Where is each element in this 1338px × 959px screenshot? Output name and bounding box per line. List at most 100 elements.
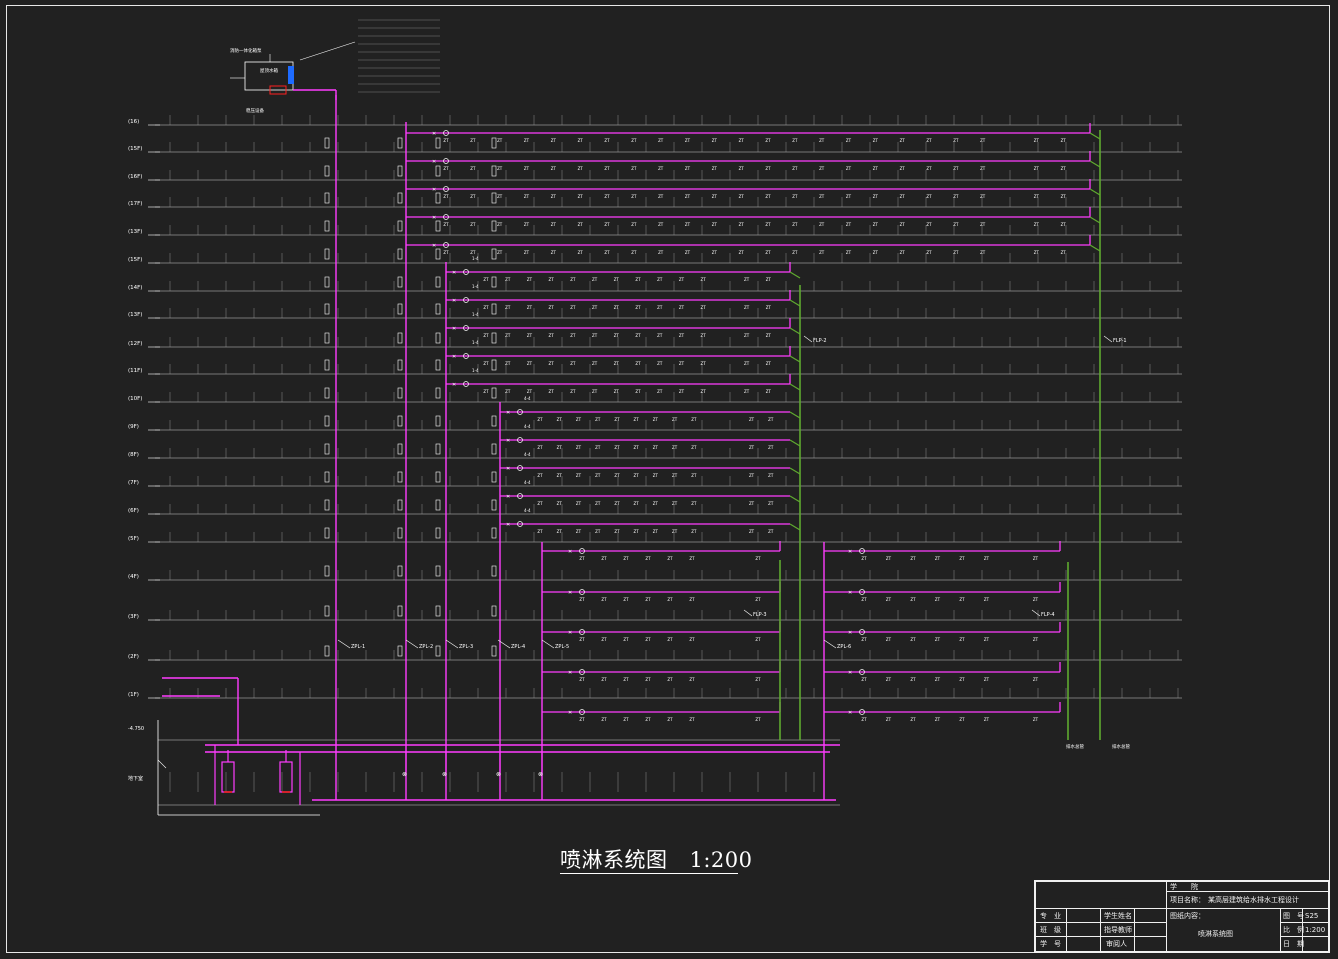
pipe-tag (491, 605, 497, 617)
sprinkler-head: ZT (667, 597, 673, 602)
leader (743, 609, 753, 617)
sprinkler-head: ZT (631, 166, 637, 171)
pipe-tag (397, 565, 403, 577)
sprinkler-head: ZT (576, 417, 582, 422)
sprinkler-head: ZT (578, 166, 584, 171)
sprinkler-head: ZT (667, 717, 673, 722)
drain-note: 排水总管 (1112, 743, 1130, 750)
sprinkler-head: ZT (470, 166, 476, 171)
sprinkler-head: ZT (701, 277, 707, 282)
sprinkler-head: ZT (653, 417, 659, 422)
sprinkler-head: ZT (873, 194, 879, 199)
sprinkler-head: ZT (685, 138, 691, 143)
sprinkler-head: ZT (861, 597, 867, 602)
tb-school-label: 学 院 (1170, 883, 1198, 891)
title-block: 学 院 项目名称： 某高层建筑给水排水工程设计 专 业 班 级 学 号 学生姓名… (1034, 880, 1330, 953)
sprinkler-head: ZT (570, 361, 576, 366)
sprinkler-head: ZT (749, 501, 755, 506)
drain-branch (1089, 160, 1101, 168)
sprinkler-head: ZT (765, 194, 771, 199)
sprinkler-head: ZT (744, 277, 750, 282)
drain-branch (1089, 244, 1101, 252)
sprinkler-head: ZT (604, 222, 610, 227)
roof-note: 屋顶水箱 (260, 67, 278, 74)
pipe-tag (324, 137, 330, 149)
sprinkler-head: ZT (635, 361, 641, 366)
zone-tag: 1-4 (472, 368, 479, 373)
sprinkler-head: ZT (657, 277, 663, 282)
floor-label: (16F) (128, 174, 142, 180)
tb-id-label: 学 号 (1040, 940, 1061, 948)
fire-riser-label: FLP-2 (813, 338, 827, 344)
sprinkler-head: ZT (819, 250, 825, 255)
alarm-valve: ⊗ (496, 771, 501, 778)
sprinkler-head: ZT (755, 556, 761, 561)
sprinkler-head: ZT (592, 277, 598, 282)
sprinkler-head: ZT (768, 445, 774, 450)
pipe-tag (324, 165, 330, 177)
gate-valve: ✕ (432, 131, 436, 137)
alarm-valve: ⊗ (442, 771, 447, 778)
sprinkler-head: ZT (980, 250, 986, 255)
sprinkler-head: ZT (614, 305, 620, 310)
note-leader (299, 41, 356, 61)
sprinkler-head: ZT (657, 305, 663, 310)
sprinkler-head: ZT (819, 194, 825, 199)
zone-tag: 4-4 (524, 452, 531, 457)
sprinkler-head: ZT (579, 597, 585, 602)
pipe-tag (324, 303, 330, 315)
floor-label: (3F) (128, 614, 139, 620)
sprinkler-head: ZT (576, 529, 582, 534)
gate-valve: ✕ (432, 243, 436, 249)
pipe-tag (324, 645, 330, 657)
sprinkler-head: ZT (701, 305, 707, 310)
floor-grid: (16) (15F) (16F) (17F) (13F) (15F) (14F) (13F) (… (128, 115, 1182, 699)
sprinkler-head: ZT (691, 529, 697, 534)
sprinkler-head: ZT (689, 556, 695, 561)
sprinkler-head: ZT (792, 250, 798, 255)
sprinkler-head: ZT (953, 194, 959, 199)
tb-scale-value: 1:200 (1305, 926, 1326, 934)
sprinkler-head: ZT (657, 389, 663, 394)
sprinkler-head: ZT (549, 305, 555, 310)
gate-valve: ✕ (432, 159, 436, 165)
sprinkler-head: ZT (549, 333, 555, 338)
sprinkler-head: ZT (497, 194, 503, 199)
sprinkler-head: ZT (1033, 717, 1039, 722)
leader (1031, 609, 1041, 617)
pipe-tag (397, 248, 403, 260)
sprinkler-head: ZT (635, 389, 641, 394)
sprinkler-head: ZT (497, 166, 503, 171)
sprinkler-head: ZT (689, 717, 695, 722)
drain-risers: FLP-1 FLP-2 FLP-3 FLP-4 排水总管 排水总管 (743, 130, 1130, 750)
sprinkler-head: ZT (959, 717, 965, 722)
sprinkler-head: ZT (984, 677, 990, 682)
pipe-tag (324, 527, 330, 539)
sprinkler-head: ZT (657, 333, 663, 338)
floor-label: (16) (128, 119, 139, 125)
sprinkler-head: ZT (819, 222, 825, 227)
zone-tag: 1-4 (472, 312, 479, 317)
sprinkler-head: ZT (886, 597, 892, 602)
sprinkler-head: ZT (926, 250, 932, 255)
sprinkler-head: ZT (1061, 250, 1067, 255)
pipe-tag (397, 527, 403, 539)
leader (1103, 335, 1113, 343)
sprinkler-head: ZT (766, 305, 772, 310)
sprinkler-head: ZT (689, 677, 695, 682)
sprinkler-head: ZT (645, 677, 651, 682)
sprinkler-head: ZT (443, 194, 449, 199)
sprinkler-head: ZT (672, 473, 678, 478)
pipe-tag (397, 303, 403, 315)
sprinkler-head: ZT (505, 305, 511, 310)
sprinkler-head: ZT (653, 501, 659, 506)
sprinkler-head: ZT (792, 138, 798, 143)
sprinkler-head: ZT (595, 529, 601, 534)
fire-pump (221, 761, 235, 793)
pipe-tag (435, 471, 441, 483)
sprinkler-head: ZT (984, 597, 990, 602)
pipe-tag (397, 499, 403, 511)
sprinkler-head: ZT (1034, 138, 1040, 143)
basement-wall (157, 720, 320, 816)
sprinkler-head: ZT (524, 166, 530, 171)
